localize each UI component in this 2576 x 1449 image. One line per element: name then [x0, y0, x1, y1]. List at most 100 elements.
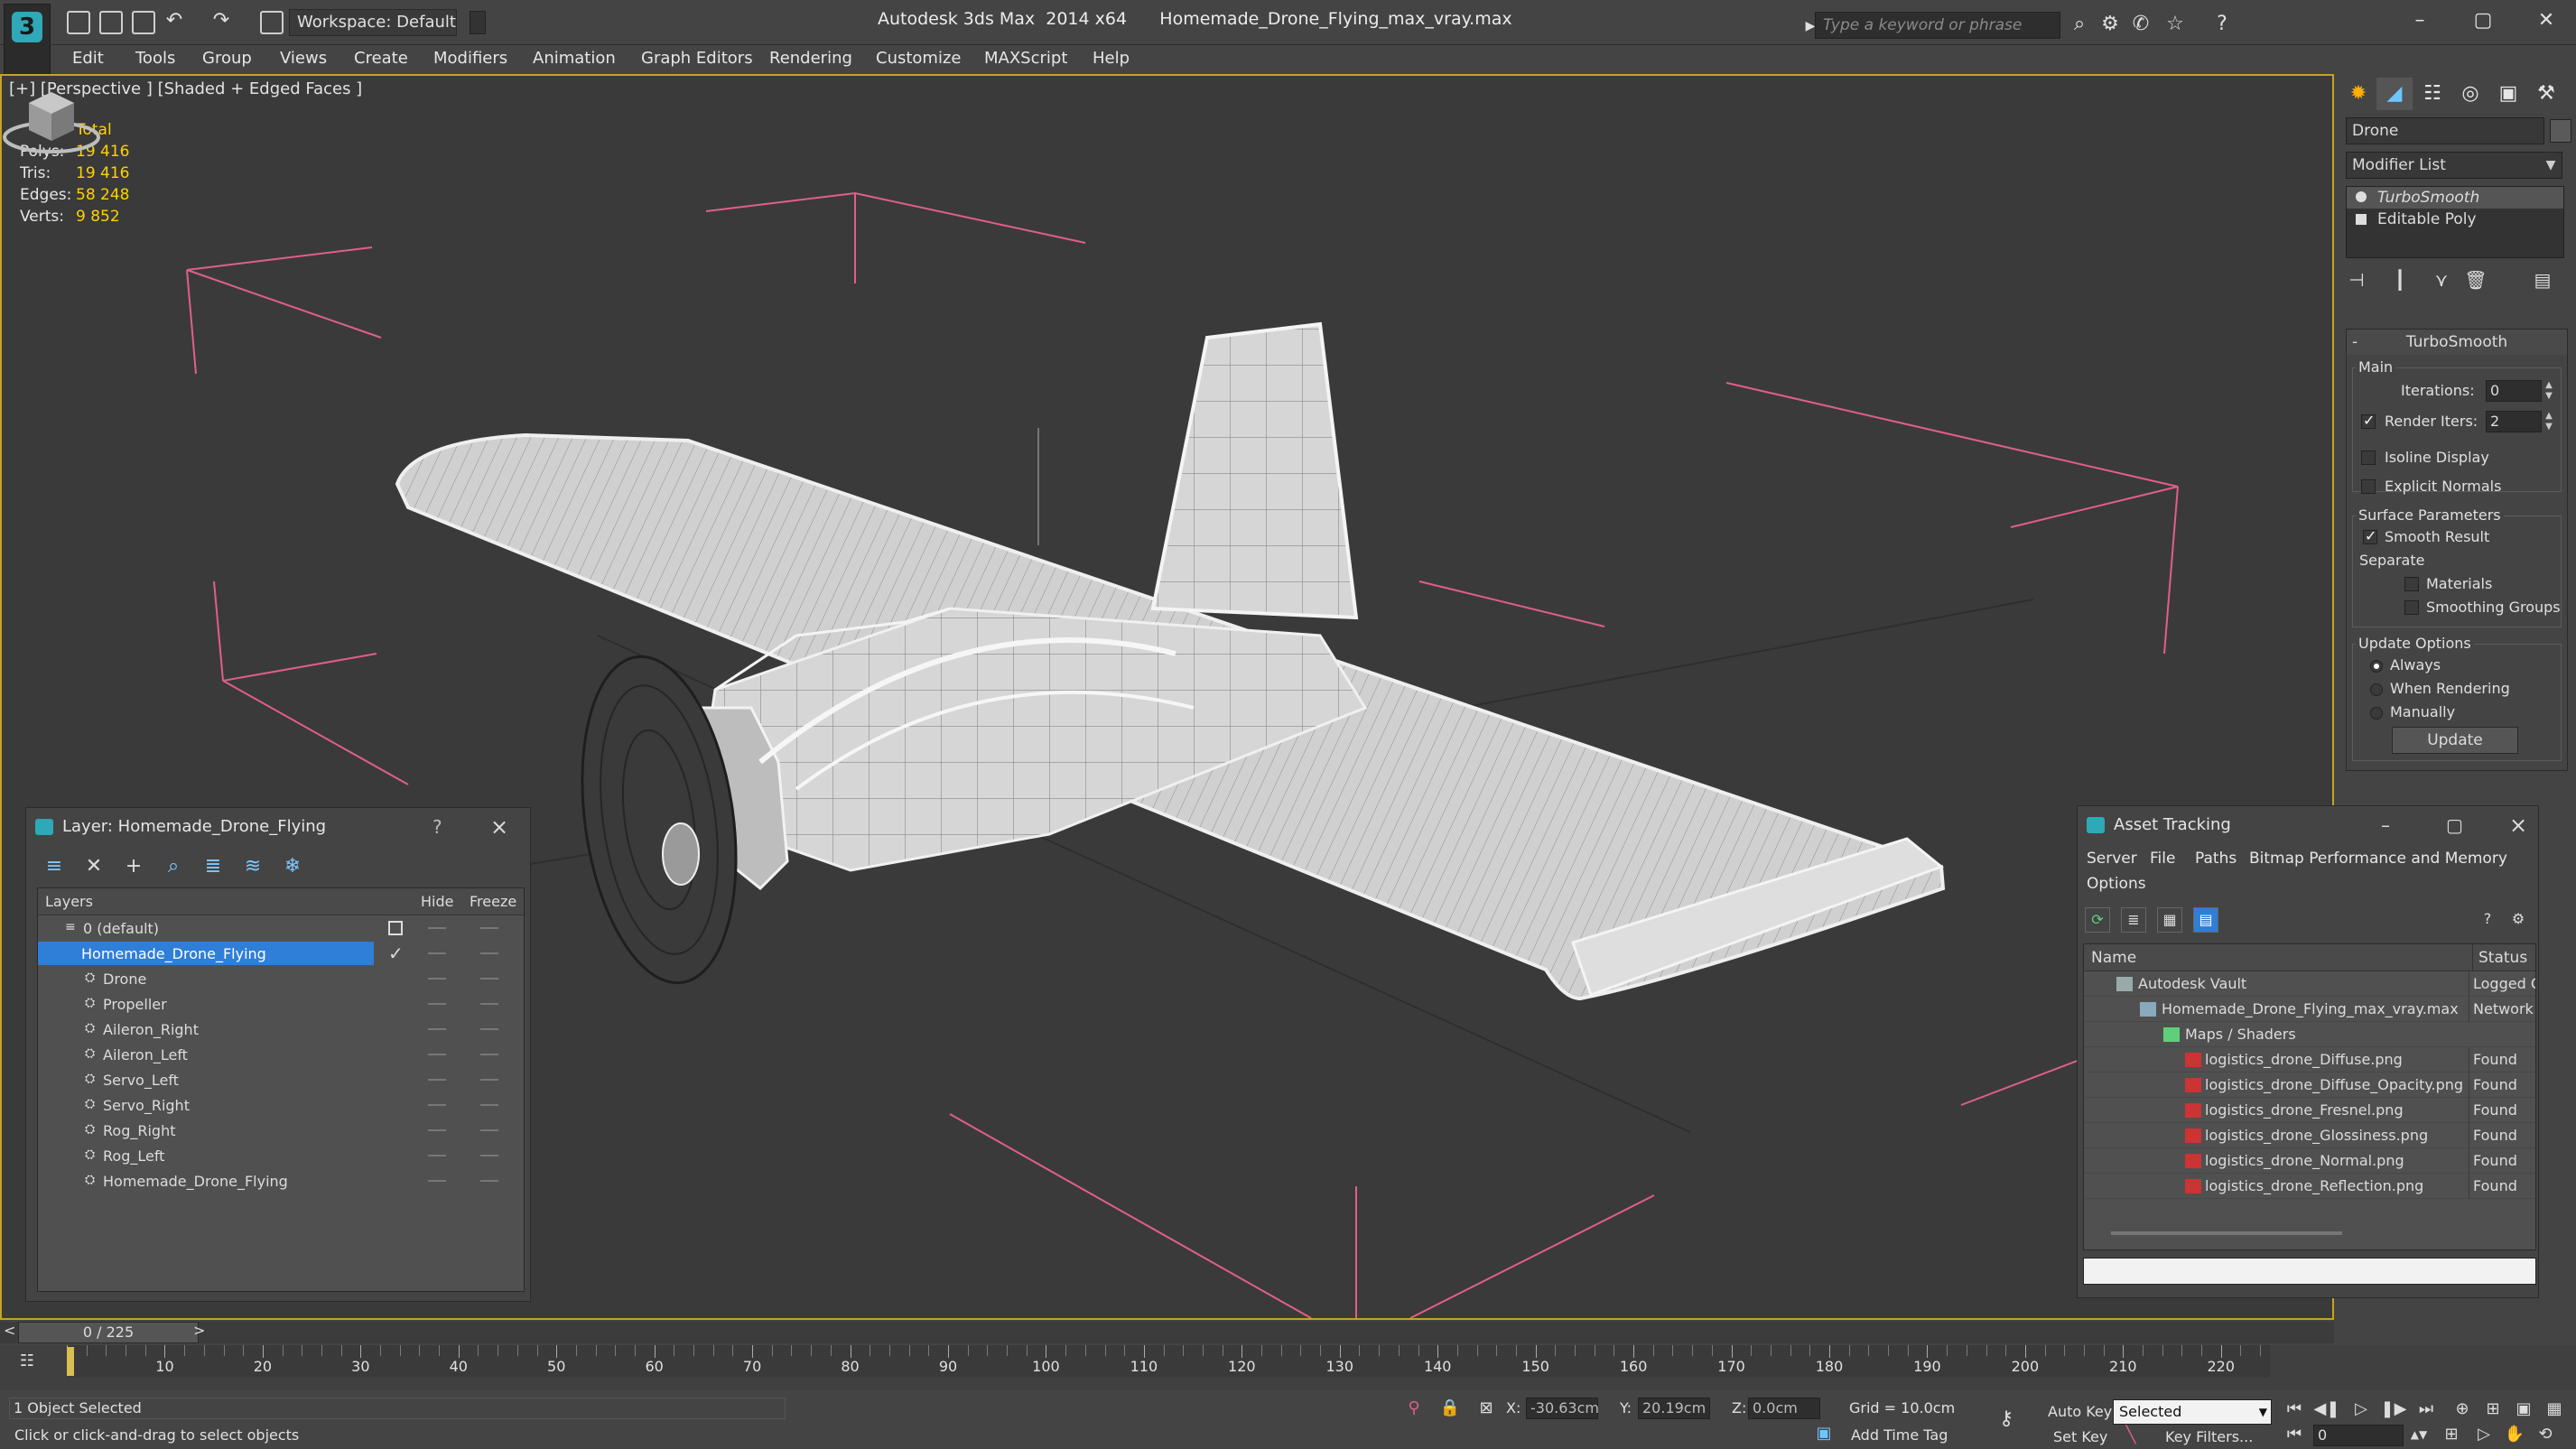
- layer-row[interactable]: ⛭ Drone: [38, 966, 525, 991]
- current-layer-box-icon[interactable]: [388, 921, 403, 935]
- hide-toggle[interactable]: [428, 927, 446, 929]
- time-slider-thumb[interactable]: 0 / 225: [18, 1322, 199, 1343]
- render-iters-spinner-arrows[interactable]: ▲ ▼: [2543, 411, 2554, 432]
- explicit-normals-checkbox[interactable]: [2361, 479, 2376, 494]
- utilities-tab-icon[interactable]: ⚒: [2528, 78, 2564, 110]
- layer-row[interactable]: ⛭ Homemade_Drone_Flying: [38, 1168, 525, 1194]
- create-tab-icon[interactable]: ✹: [2340, 78, 2376, 110]
- asset-path-field[interactable]: [2083, 1258, 2536, 1285]
- col-layers[interactable]: Layers: [45, 888, 93, 915]
- menu-server[interactable]: Server: [2087, 850, 2137, 868]
- close-icon[interactable]: ×: [490, 808, 508, 846]
- menu-modifiers[interactable]: Modifiers: [433, 45, 507, 72]
- freeze-toggle[interactable]: [480, 978, 498, 980]
- menu-customize[interactable]: Customize: [876, 45, 961, 72]
- freeze-toggle[interactable]: [480, 927, 498, 929]
- object-name-field[interactable]: Drone: [2346, 117, 2544, 144]
- asset-row[interactable]: logistics_drone_Reflection.png Found: [2084, 1174, 2535, 1199]
- play-icon[interactable]: ▷: [2348, 1398, 2375, 1421]
- asset-row[interactable]: Maps / Shaders: [2084, 1022, 2535, 1047]
- freeze-toggle[interactable]: [480, 952, 498, 954]
- freeze-toggle[interactable]: [480, 1079, 498, 1081]
- time-cursor[interactable]: [67, 1347, 74, 1376]
- hide-toggle[interactable]: [428, 978, 446, 980]
- configure-sets-icon[interactable]: ▤: [2530, 267, 2555, 293]
- freeze-toggle[interactable]: [480, 1104, 498, 1106]
- time-configuration-icon[interactable]: ⊞: [2438, 1423, 2465, 1446]
- minimize-icon[interactable]: –: [2402, 5, 2438, 36]
- freeze-toggle[interactable]: [480, 1180, 498, 1182]
- x-coordinate[interactable]: -30.63cm: [1526, 1398, 1599, 1419]
- object-color-swatch[interactable]: [2550, 119, 2571, 143]
- minimize-icon[interactable]: –: [2381, 806, 2390, 844]
- settings-icon[interactable]: ⚙: [2506, 907, 2531, 933]
- layer-row[interactable]: ⛭ Rog_Right: [38, 1118, 525, 1143]
- layer-dialog-titlebar[interactable]: Layer: Homemade_Drone_Flying ? ×: [26, 808, 530, 846]
- materials-checkbox[interactable]: [2404, 577, 2419, 591]
- hide-toggle[interactable]: [428, 1155, 446, 1156]
- close-icon[interactable]: ×: [2509, 806, 2527, 844]
- update-always-radio[interactable]: [2370, 660, 2383, 673]
- show-end-result-icon[interactable]: ┃: [2387, 267, 2413, 293]
- stack-item-turbosmooth[interactable]: TurboSmooth: [2347, 187, 2563, 209]
- freeze-toggle[interactable]: [480, 1129, 498, 1131]
- time-prev-icon[interactable]: <: [4, 1322, 15, 1339]
- menu-create[interactable]: Create: [354, 45, 408, 72]
- menu-rendering[interactable]: Rendering: [769, 45, 852, 72]
- auto-key-button[interactable]: Auto Key: [2048, 1403, 2112, 1420]
- asset-row[interactable]: logistics_drone_Diffuse.png Found: [2084, 1047, 2535, 1073]
- add-to-layer-icon[interactable]: +: [120, 853, 147, 880]
- update-when-rendering-radio[interactable]: [2370, 683, 2383, 696]
- menu-tools[interactable]: Tools: [135, 45, 175, 72]
- highlight-layer-icon[interactable]: ≣: [200, 853, 227, 880]
- hide-all-layers-icon[interactable]: ≋: [239, 853, 266, 880]
- maximize-icon[interactable]: ▢: [2465, 5, 2501, 36]
- zoom-icon[interactable]: ⊕: [2449, 1398, 2476, 1421]
- viewcube-icon[interactable]: [2, 76, 101, 157]
- frame-spinner-arrows[interactable]: ▲▼: [2405, 1423, 2432, 1446]
- update-manually-radio[interactable]: [2370, 707, 2383, 720]
- communication-icon[interactable]: ✆: [2129, 13, 2153, 36]
- modifier-stack[interactable]: TurboSmooth Editable Poly: [2346, 186, 2564, 258]
- goto-start-icon[interactable]: ⏮: [2281, 1398, 2308, 1421]
- favorites-star-icon[interactable]: ☆: [2163, 13, 2187, 36]
- isoline-display-checkbox[interactable]: [2361, 450, 2376, 465]
- asset-dialog-titlebar[interactable]: Asset Tracking – ▢ ×: [2078, 806, 2538, 844]
- menu-animation[interactable]: Animation: [533, 45, 616, 72]
- freeze-toggle[interactable]: [480, 1054, 498, 1055]
- layer-row[interactable]: ⛭ Servo_Left: [38, 1067, 525, 1092]
- project-folder-icon[interactable]: [260, 11, 284, 34]
- asset-row[interactable]: logistics_drone_Fresnel.png Found: [2084, 1098, 2535, 1123]
- close-icon[interactable]: ✕: [2528, 5, 2564, 36]
- create-layer-icon[interactable]: ≡: [41, 853, 68, 880]
- menu-maxscript[interactable]: MAXScript: [984, 45, 1067, 72]
- layer-row[interactable]: ⛭ Aileron_Left: [38, 1042, 525, 1067]
- layer-row[interactable]: ⛭ Aileron_Right: [38, 1017, 525, 1042]
- freeze-toggle[interactable]: [480, 1155, 498, 1156]
- time-next-icon[interactable]: >: [193, 1322, 205, 1339]
- new-file-icon[interactable]: [67, 11, 90, 34]
- col-status[interactable]: Status: [2472, 944, 2527, 971]
- iterations-spinner[interactable]: 0: [2486, 380, 2542, 402]
- hide-toggle[interactable]: [428, 1003, 446, 1005]
- undo-icon[interactable]: ↶: [163, 9, 186, 33]
- help-icon[interactable]: ?: [2210, 13, 2234, 36]
- menu-file[interactable]: File: [2150, 850, 2175, 868]
- layer-row[interactable]: ⛭ Propeller: [38, 991, 525, 1017]
- hide-toggle[interactable]: [428, 1028, 446, 1030]
- open-file-icon[interactable]: [99, 11, 123, 34]
- hide-toggle[interactable]: [428, 1180, 446, 1182]
- motion-tab-icon[interactable]: ◎: [2452, 78, 2488, 110]
- iterations-spinner-arrows[interactable]: ▲ ▼: [2543, 380, 2554, 402]
- asset-row[interactable]: Autodesk Vault Logged O: [2084, 971, 2535, 997]
- rollout-header[interactable]: - TurboSmooth: [2347, 330, 2567, 355]
- freeze-toggle[interactable]: [480, 1003, 498, 1005]
- modifier-list-dropdown[interactable]: Modifier List ▼: [2346, 152, 2562, 179]
- mini-curve-editor-icon[interactable]: ☷: [16, 1351, 38, 1372]
- binoculars-icon[interactable]: ⌕: [2068, 13, 2091, 36]
- menu-edit[interactable]: Edit: [72, 45, 104, 72]
- help-icon[interactable]: ?: [432, 808, 442, 846]
- layer-row[interactable]: ⛭ Rog_Left: [38, 1143, 525, 1168]
- save-file-icon[interactable]: [132, 11, 155, 34]
- layer-row[interactable]: − ≡ Homemade_Drone_Flying ✓: [38, 941, 525, 966]
